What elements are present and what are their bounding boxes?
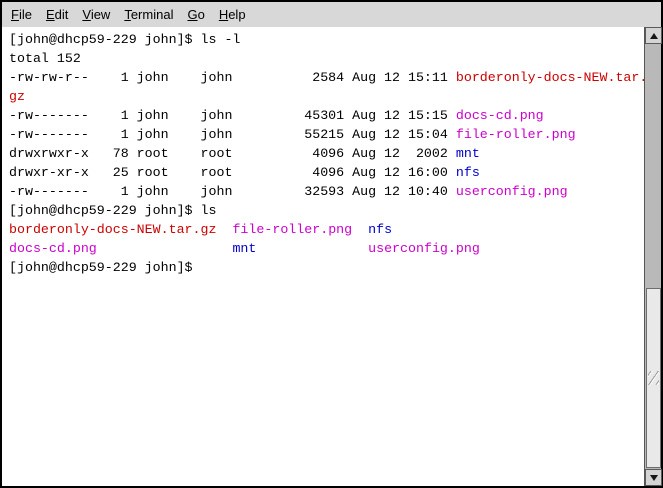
terminal-line: [john@dhcp59-229 john]$ ls -l <box>9 30 644 49</box>
filename-magenta: userconfig.png <box>456 184 568 199</box>
terminal-line: gz <box>9 87 644 106</box>
filename-blue: mnt <box>456 146 480 161</box>
filename-red: borderonly-docs-NEW.tar. <box>456 70 644 85</box>
filename-red: borderonly-docs-NEW.tar.gz <box>9 222 216 237</box>
terminal-text: [john@dhcp59-229 john]$ <box>9 260 193 275</box>
menu-item-accel: G <box>187 7 197 22</box>
menu-item-accel: F <box>11 7 19 22</box>
menu-item-edit[interactable]: Edit <box>39 4 75 25</box>
scroll-up-button[interactable] <box>645 27 662 44</box>
filename-magenta: file-roller.png <box>456 127 576 142</box>
down-arrow-icon <box>650 475 658 481</box>
terminal-line: borderonly-docs-NEW.tar.gz file-roller.p… <box>9 220 644 239</box>
terminal-text: -rw-rw-r-- 1 john john 2584 Aug 12 15:11 <box>9 70 456 85</box>
terminal-text <box>256 241 368 256</box>
menu-item-view[interactable]: View <box>75 4 117 25</box>
menubar: FileEditViewTerminalGoHelp <box>2 2 661 27</box>
terminal-text <box>97 241 233 256</box>
filename-blue: mnt <box>232 241 256 256</box>
terminal-line: -rw------- 1 john john 32593 Aug 12 10:4… <box>9 182 644 201</box>
filename-blue: nfs <box>368 222 392 237</box>
menu-item-accel: E <box>46 7 55 22</box>
menu-item-file[interactable]: File <box>4 4 39 25</box>
terminal-text: -rw------- 1 john john 55215 Aug 12 15:0… <box>9 127 456 142</box>
scrollbar[interactable] <box>644 27 661 486</box>
filename-red: gz <box>9 89 25 104</box>
terminal-text <box>352 222 368 237</box>
menu-item-go[interactable]: Go <box>180 4 211 25</box>
terminal-line: [john@dhcp59-229 john]$ <box>9 258 644 277</box>
terminal-text: [john@dhcp59-229 john]$ ls -l <box>9 32 240 47</box>
terminal-text: -rw------- 1 john john 32593 Aug 12 10:4… <box>9 184 456 199</box>
terminal-text <box>216 222 232 237</box>
window-content: [john@dhcp59-229 john]$ ls -l total 152 -r… <box>2 27 661 486</box>
scrollbar-thumb[interactable] <box>646 288 661 468</box>
menu-item-label: o <box>198 7 205 22</box>
menu-item-label: erminal <box>131 7 174 22</box>
terminal-line: total 152 <box>9 49 644 68</box>
menu-item-label: iew <box>91 7 111 22</box>
terminal-line: drwxr-xr-x 25 root root 4096 Aug 12 16:0… <box>9 163 644 182</box>
terminal-text: -rw------- 1 john john 45301 Aug 12 15:1… <box>9 108 456 123</box>
terminal-text: [john@dhcp59-229 john]$ ls <box>9 203 216 218</box>
filename-blue: nfs <box>456 165 480 180</box>
menu-item-label: ile <box>19 7 32 22</box>
thumb-grip-icon <box>648 371 659 385</box>
menu-item-label: elp <box>228 7 245 22</box>
terminal-line: [john@dhcp59-229 john]$ ls <box>9 201 644 220</box>
terminal-text: drwxr-xr-x 25 root root 4096 Aug 12 16:0… <box>9 165 456 180</box>
terminal-line: -rw------- 1 john john 55215 Aug 12 15:0… <box>9 125 644 144</box>
terminal-window: FileEditViewTerminalGoHelp [john@dhcp59-… <box>0 0 663 488</box>
menu-item-accel: H <box>219 7 228 22</box>
menu-item-accel: V <box>82 7 90 22</box>
filename-magenta: docs-cd.png <box>9 241 97 256</box>
terminal-line: drwxrwxr-x 78 root root 4096 Aug 12 2002… <box>9 144 644 163</box>
up-arrow-icon <box>650 33 658 39</box>
menu-item-label: dit <box>55 7 69 22</box>
menu-item-terminal[interactable]: Terminal <box>117 4 180 25</box>
menu-item-help[interactable]: Help <box>212 4 253 25</box>
terminal-text: drwxrwxr-x 78 root root 4096 Aug 12 2002 <box>9 146 456 161</box>
filename-magenta: docs-cd.png <box>456 108 544 123</box>
terminal-text: total 152 <box>9 51 81 66</box>
terminal-screen[interactable]: [john@dhcp59-229 john]$ ls -l total 152 -r… <box>2 27 644 486</box>
filename-magenta: userconfig.png <box>368 241 480 256</box>
terminal-line: docs-cd.png mnt userconfig.png <box>9 239 644 258</box>
filename-magenta: file-roller.png <box>232 222 352 237</box>
scroll-down-button[interactable] <box>645 469 662 486</box>
terminal-line: -rw------- 1 john john 45301 Aug 12 15:1… <box>9 106 644 125</box>
terminal-line: -rw-rw-r-- 1 john john 2584 Aug 12 15:11… <box>9 68 644 87</box>
